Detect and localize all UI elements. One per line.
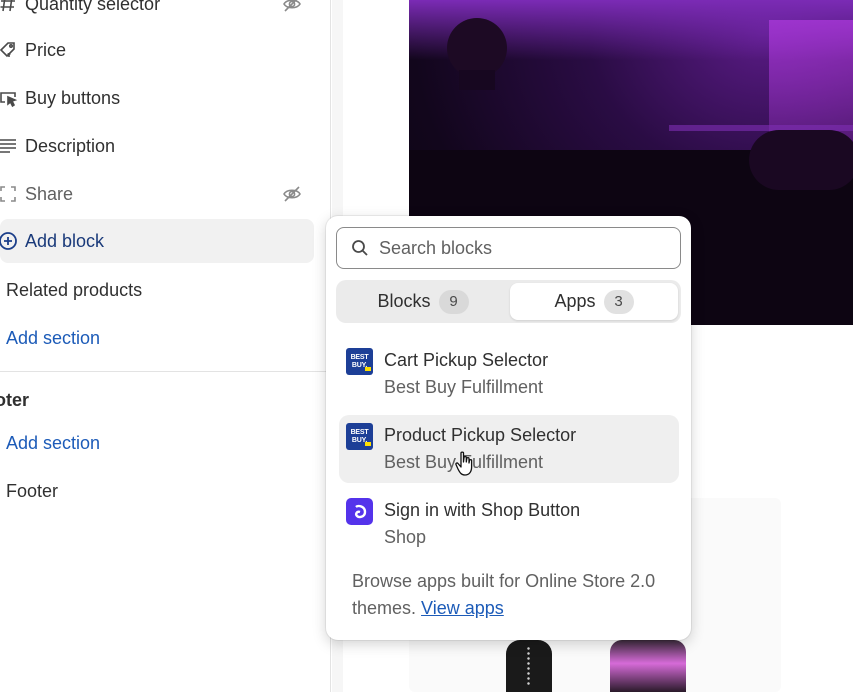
logo-text: BEST (350, 428, 369, 436)
footer-add-section-link[interactable]: Add section (0, 421, 314, 465)
view-apps-link[interactable]: View apps (421, 598, 504, 618)
tab-apps[interactable]: Apps 3 (510, 283, 678, 320)
logo-text: BEST (350, 353, 369, 361)
eye-slash-icon[interactable] (282, 0, 302, 14)
best-buy-logo: BEST BUY. (346, 348, 373, 375)
product-image (506, 640, 552, 692)
hash-icon (0, 0, 18, 14)
add-section-link[interactable]: Add section (0, 316, 314, 360)
price-tag-icon (0, 40, 18, 60)
sidebar-item-footer[interactable]: Footer (0, 469, 314, 513)
sidebar-item-label: Price (25, 39, 67, 60)
app-block-item[interactable]: Sign in with Shop Button Shop (339, 490, 679, 558)
app-block-title: Cart Pickup Selector (384, 350, 549, 370)
sidebar-item-label: Description (25, 135, 116, 156)
shop-logo (346, 498, 373, 525)
count-badge: 3 (603, 289, 634, 314)
block-tabs: Blocks 9 Apps 3 (336, 280, 681, 323)
tab-label: Apps (554, 291, 596, 311)
sidebar-item-label: Buy buttons (25, 87, 121, 108)
app-block-item[interactable]: BEST BUY. Product Pickup Selector Best B… (339, 415, 679, 483)
footer-group-heading: oter (0, 390, 30, 410)
sidebar-item-quantity-selector[interactable]: Quantity selector (0, 0, 314, 26)
plus-circle-icon (0, 231, 18, 251)
text-lines-icon (0, 136, 18, 156)
tab-blocks[interactable]: Blocks 9 (339, 283, 507, 320)
app-block-title: Sign in with Shop Button (384, 500, 581, 520)
cursor-button-icon (0, 88, 18, 108)
sidebar-item-share[interactable]: Share (0, 172, 314, 216)
add-section-label: Add section (6, 432, 101, 453)
search-icon (351, 239, 369, 257)
divider (0, 371, 330, 372)
search-input[interactable] (379, 237, 659, 259)
best-buy-logo: BEST BUY. (346, 423, 373, 450)
app-block-provider: Best Buy Fulfillment (384, 377, 544, 397)
add-block-popover: Blocks 9 Apps 3 BEST BUY. Cart Pickup Se… (326, 216, 691, 640)
add-block-label: Add block (25, 230, 105, 251)
add-block-button[interactable]: Add block (0, 219, 314, 263)
editor-sidebar: Quantity selector Price Buy buttons Desc… (0, 0, 331, 692)
app-block-provider: Shop (384, 527, 427, 547)
browse-apps-note: Browse apps built for Online Store 2.0 t… (352, 568, 677, 622)
sidebar-item-related-products[interactable]: Related products (0, 268, 314, 312)
add-section-label: Add section (6, 327, 101, 348)
hand-cursor-icon (455, 451, 477, 477)
sidebar-item-label: Footer (6, 480, 59, 501)
count-badge: 9 (438, 289, 469, 314)
sidebar-item-price[interactable]: Price (0, 28, 314, 72)
sidebar-item-buy-buttons[interactable]: Buy buttons (0, 76, 314, 120)
search-field[interactable] (336, 227, 681, 269)
app-block-title: Product Pickup Selector (384, 425, 577, 445)
share-frame-icon (0, 184, 18, 204)
tab-label: Blocks (377, 291, 431, 311)
sidebar-item-label: Share (25, 183, 74, 204)
sidebar-item-description[interactable]: Description (0, 124, 314, 168)
sidebar-item-label: Related products (6, 279, 143, 300)
sidebar-item-label: Quantity selector (25, 0, 161, 14)
product-image (610, 640, 686, 692)
eye-slash-icon[interactable] (282, 184, 302, 204)
app-block-item[interactable]: BEST BUY. Cart Pickup Selector Best Buy … (339, 340, 679, 408)
